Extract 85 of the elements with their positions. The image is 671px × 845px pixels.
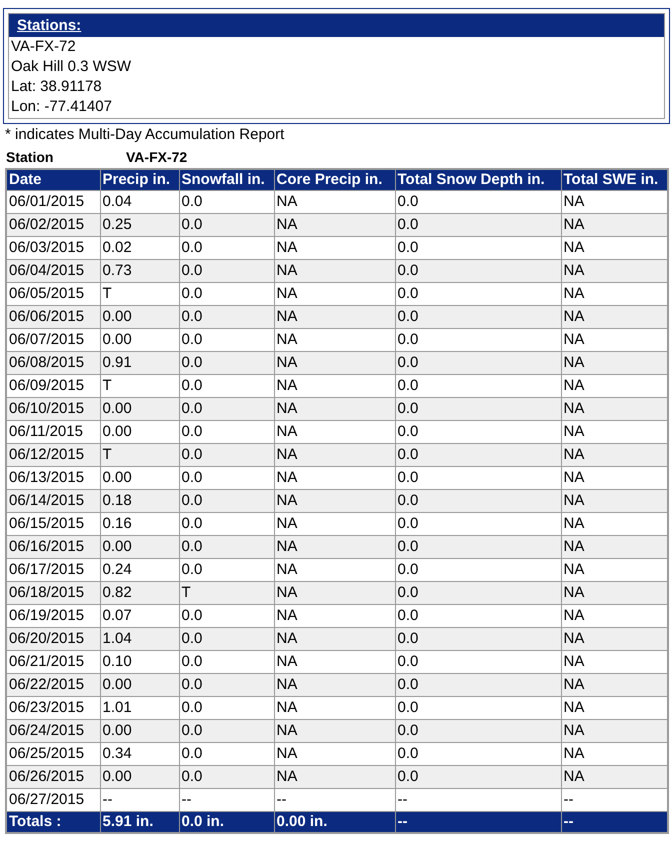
snowfall-cell: 0.0	[179, 490, 274, 512]
precip-cell: 0.00	[100, 398, 179, 420]
date-cell: 06/18/2015	[6, 582, 100, 604]
core-precip-cell: NA	[274, 214, 395, 236]
date-cell: 06/10/2015	[6, 398, 100, 420]
core-precip-cell: NA	[274, 260, 395, 282]
snowfall-cell: T	[179, 582, 274, 604]
column-header: Precip in.	[100, 169, 179, 190]
station-info: Lon: -77.41407	[11, 97, 113, 117]
snow-depth-cell: 0.0	[395, 628, 561, 650]
core-precip-cell: NA	[274, 766, 395, 788]
snowfall-cell: 0.0	[179, 398, 274, 420]
precip-cell: 0.25	[100, 214, 179, 236]
snow-depth-cell: 0.0	[395, 214, 561, 236]
totals-cell: 5.91 in.	[100, 812, 179, 833]
precip-cell: 1.04	[100, 628, 179, 650]
core-precip-cell: NA	[274, 490, 395, 512]
core-precip-cell: NA	[274, 628, 395, 650]
station-info: VA-FX-72	[11, 37, 77, 57]
date-cell: 06/06/2015	[6, 306, 100, 328]
snow-depth-cell: 0.0	[395, 398, 561, 420]
totals-cell: 0.0 in.	[179, 812, 274, 833]
precip-cell: 0.18	[100, 490, 179, 512]
core-precip-cell: NA	[274, 444, 395, 466]
precip-cell: 0.73	[100, 260, 179, 282]
precip-cell: 0.00	[100, 536, 179, 558]
column-header: Date	[6, 169, 100, 190]
precip-cell: T	[100, 444, 179, 466]
totals-cell: --	[561, 812, 668, 833]
stations-title: Stations:	[17, 17, 82, 34]
core-precip-cell: NA	[274, 720, 395, 742]
date-cell: 06/04/2015	[6, 260, 100, 282]
snow-depth-cell: 0.0	[395, 352, 561, 374]
totals-cell: 0.00 in.	[274, 812, 395, 833]
core-precip-cell: NA	[274, 306, 395, 328]
snowfall-cell: 0.0	[179, 260, 274, 282]
date-cell: 06/08/2015	[6, 352, 100, 374]
snowfall-cell: 0.0	[179, 720, 274, 742]
precip-cell: 0.82	[100, 582, 179, 604]
snow-depth-cell: 0.0	[395, 536, 561, 558]
snow-depth-cell: 0.0	[395, 766, 561, 788]
date-cell: 06/22/2015	[6, 674, 100, 696]
column-header: Total SWE in.	[561, 169, 668, 190]
station-info: Lat: 38.91178	[11, 77, 103, 97]
station-id: VA-FX-72	[126, 149, 188, 165]
station-info: Oak Hill 0.3 WSW	[11, 57, 132, 77]
precip-cell: 0.00	[100, 306, 179, 328]
core-precip-cell: NA	[274, 674, 395, 696]
snowfall-cell: 0.0	[179, 674, 274, 696]
snowfall-cell: 0.0	[179, 306, 274, 328]
station-label: Station	[6, 149, 54, 165]
snow-depth-cell: 0.0	[395, 674, 561, 696]
precip-cell: 0.00	[100, 720, 179, 742]
date-cell: 06/12/2015	[6, 444, 100, 466]
totals-cell: --	[395, 812, 561, 833]
column-header: Core Precip in.	[274, 169, 395, 190]
date-cell: 06/24/2015	[6, 720, 100, 742]
column-header: Total Snow Depth in.	[395, 169, 561, 190]
precip-cell: 0.91	[100, 352, 179, 374]
column-header: Snowfall in.	[179, 169, 274, 190]
snowfall-cell: 0.0	[179, 536, 274, 558]
precip-cell: 0.00	[100, 674, 179, 696]
snow-depth-cell: 0.0	[395, 720, 561, 742]
precip-cell: 0.00	[100, 766, 179, 788]
core-precip-cell: NA	[274, 398, 395, 420]
date-cell: 06/16/2015	[6, 536, 100, 558]
core-precip-cell: NA	[274, 536, 395, 558]
snowfall-cell: 0.0	[179, 352, 274, 374]
core-precip-cell: NA	[274, 582, 395, 604]
date-cell: 06/26/2015	[6, 766, 100, 788]
snow-depth-cell: 0.0	[395, 260, 561, 282]
date-cell: 06/02/2015	[6, 214, 100, 236]
date-cell: 06/20/2015	[6, 628, 100, 650]
core-precip-cell: NA	[274, 352, 395, 374]
snowfall-cell: 0.0	[179, 214, 274, 236]
totals-cell: Totals :	[6, 812, 100, 833]
snow-depth-cell: 0.0	[395, 490, 561, 512]
snowfall-cell: 0.0	[179, 628, 274, 650]
snow-depth-cell: 0.0	[395, 582, 561, 604]
snowfall-cell: 0.0	[179, 444, 274, 466]
snow-depth-cell: 0.0	[395, 444, 561, 466]
legend-note: * indicates Multi-Day Accumulation Report	[5, 126, 286, 144]
date-cell: 06/14/2015	[6, 490, 100, 512]
snowfall-cell: 0.0	[179, 766, 274, 788]
snow-depth-cell: 0.0	[395, 306, 561, 328]
